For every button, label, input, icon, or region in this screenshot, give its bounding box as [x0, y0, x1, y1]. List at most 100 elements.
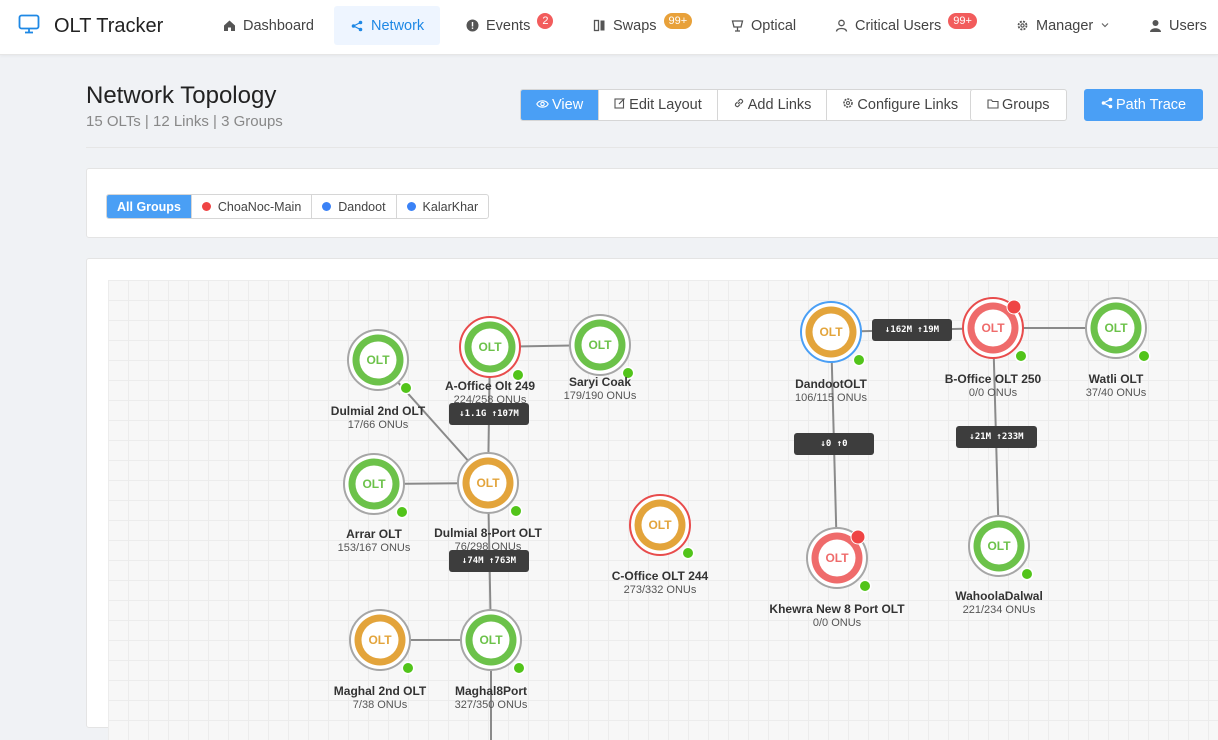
person-icon [1148, 19, 1162, 33]
nav-label: Manager [1036, 17, 1094, 34]
olt-node-onus: 327/350 ONUs [454, 699, 528, 711]
olt-node-name: Maghal 2nd OLT [333, 684, 427, 698]
home-icon [222, 19, 236, 33]
nav-label: Events [486, 17, 531, 34]
olt-node-name: Saryi Coak [568, 375, 632, 389]
groups-label: Groups [1002, 97, 1050, 113]
group-tab-label: All Groups [117, 199, 181, 214]
olt-node-badge: OLT [819, 325, 843, 339]
node-status-dot [683, 548, 693, 558]
node-status-dot [514, 663, 524, 673]
page-subtitle: 15 OLTs | 12 Links | 3 Groups [86, 113, 283, 130]
signal-icon [730, 19, 744, 33]
node-status-dot [397, 507, 407, 517]
node-status-dot [403, 663, 413, 673]
nav-label: Swaps [613, 17, 657, 34]
group-tab-kalarkhar[interactable]: KalarKhar [395, 195, 489, 218]
olt-node-badge: OLT [362, 477, 386, 491]
nav-dashboard[interactable]: Dashboard [218, 6, 318, 45]
share-icon [1101, 97, 1113, 113]
group-tab-all[interactable]: All Groups [107, 195, 191, 218]
nav-label: Users [1169, 17, 1207, 34]
group-tab-choanoc-main[interactable]: ChoaNoc-Main [190, 195, 311, 218]
olt-node-badge: OLT [368, 633, 392, 647]
link-bandwidth-label: ↓1.1G ↑107M [449, 403, 529, 425]
nav-label: Dashboard [243, 17, 314, 34]
user-icon [834, 19, 848, 33]
olt-node-name: A-Office Olt 249 [444, 379, 536, 393]
share-icon [350, 19, 364, 33]
nav-users[interactable]: Users [1144, 6, 1211, 45]
olt-node-badge: OLT [479, 633, 503, 647]
olt-node-name: Arrar OLT [346, 527, 402, 541]
node-alert-indicator [850, 529, 866, 545]
gear-icon [842, 97, 854, 113]
node-status-dot [860, 581, 870, 591]
olt-node-onus: 0/0 ONUs [812, 617, 862, 629]
olt-node-badge: OLT [366, 353, 390, 367]
olt-node-onus: 0/0 ONUs [968, 387, 1018, 399]
topology-graph: OLT OLT OLT OLT OLT OLT OLT OLT OLT OLT OLT OLT OLT [343, 297, 1151, 740]
groups-button[interactable]: Groups [970, 89, 1067, 121]
nav-swaps[interactable]: Swaps 99+ [588, 6, 696, 45]
alert-icon [465, 19, 479, 33]
olt-node-onus: 37/40 ONUs [1085, 387, 1147, 399]
edit-layout-button[interactable]: Edit Layout [598, 90, 717, 120]
nav-optical[interactable]: Optical [726, 6, 800, 45]
add-links-button[interactable]: Add Links [716, 90, 827, 120]
olt-node-name: Khewra New 8 Port OLT [769, 602, 905, 616]
olt-node-onus: 17/66 ONUs [347, 419, 409, 431]
eye-icon [536, 97, 549, 113]
node-status-dot [854, 355, 864, 365]
node-status-dot [1022, 569, 1032, 579]
monitor-icon [18, 14, 40, 39]
group-tab-dandoot[interactable]: Dandoot [311, 195, 395, 218]
nav-label: Critical Users [855, 17, 942, 34]
configure-links-button[interactable]: Configure Links [826, 90, 973, 120]
app-title: OLT Tracker [54, 15, 164, 37]
group-color-dot [201, 202, 211, 211]
nav-network[interactable]: Network [334, 6, 441, 45]
olt-node-name: C-Office OLT 244 [611, 569, 709, 583]
olt-node-onus: 106/115 ONUs [795, 392, 867, 404]
olt-node-name: Dulmial 2nd OLT [330, 404, 426, 418]
group-tab-label: KalarKhar [422, 199, 479, 214]
topology-card: OLT OLT OLT OLT OLT OLT OLT OLT OLT OLT OLT OLT OLT … [86, 258, 1218, 740]
link-bandwidth-label: ↓162M ↑19M [872, 319, 952, 341]
olt-node-onus: 7/38 ONUs [352, 699, 408, 711]
top-navbar: OLT Tracker Dashboard Network Events 2 S… [0, 0, 1218, 55]
link-bandwidth-label: ↓21M ↑233M [956, 426, 1037, 448]
group-filter-tabs: All Groups ChoaNoc-Main Dandoot KalarKha… [106, 194, 490, 219]
olt-node-onus: 179/190 ONUs [563, 390, 637, 402]
link-icon [733, 97, 745, 113]
node-status-dot [511, 506, 521, 516]
link-bandwidth-label: ↓74M ↑763M [449, 550, 529, 572]
nav-label: Optical [751, 17, 797, 34]
olt-node-badge: OLT [981, 321, 1005, 335]
nav-manager[interactable]: Manager [1011, 6, 1114, 45]
brand[interactable]: OLT Tracker [18, 14, 163, 39]
node-status-dot [1016, 351, 1026, 361]
olt-node-badge: OLT [588, 338, 612, 352]
mode-button-group: View Edit Layout Add Links Configure Lin… [520, 89, 975, 121]
link-bandwidth-label: ↓0 ↑0 [794, 433, 874, 455]
chevron-down-icon [1100, 18, 1110, 34]
path-trace-button[interactable]: Path Trace [1084, 89, 1204, 121]
topology-canvas[interactable]: OLT OLT OLT OLT OLT OLT OLT OLT OLT OLT OLT OLT OLT … [108, 280, 1218, 740]
olt-node-onus: 221/234 ONUs [962, 604, 1036, 616]
node-status-dot [1139, 351, 1149, 361]
events-count-badge: 2 [537, 12, 554, 29]
configure-links-label: Configure Links [857, 97, 959, 113]
olt-node-name: Dulmial 8-Port OLT [434, 526, 542, 540]
nav-label: Network [371, 17, 425, 34]
view-mode-button[interactable]: View [521, 90, 599, 120]
node-alert-indicator [1006, 299, 1022, 315]
folder-icon [987, 97, 999, 113]
nav-events[interactable]: Events 2 [461, 6, 557, 45]
olt-node-name: WahoolaDalwal [955, 589, 1043, 603]
swap-icon [592, 19, 606, 33]
edit-layout-label: Edit Layout [629, 97, 702, 113]
critical-users-count-badge: 99+ [948, 12, 977, 29]
nav-critical-users[interactable]: Critical Users 99+ [830, 6, 981, 45]
group-filter-card: All Groups ChoaNoc-Main Dandoot KalarKha… [86, 168, 1218, 238]
